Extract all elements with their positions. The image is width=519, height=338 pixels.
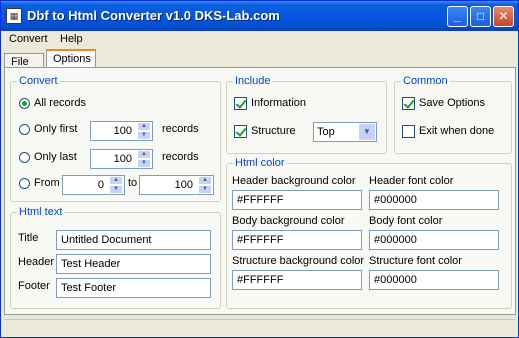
- only-first-spinner[interactable]: ▲ ▼: [137, 122, 151, 140]
- html-text-group: Html text Title Untitled Document Header…: [10, 206, 221, 309]
- body-font-input[interactable]: #000000: [369, 230, 499, 250]
- structure-label: Structure: [251, 125, 296, 137]
- from-input[interactable]: 0 ▲ ▼: [62, 175, 125, 195]
- header-font-input[interactable]: #000000: [369, 190, 499, 210]
- only-first-radio[interactable]: [19, 124, 30, 135]
- maximize-button[interactable]: □: [470, 6, 491, 27]
- spin-up-icon[interactable]: ▲: [109, 176, 123, 185]
- convert-group: Convert All records Only first 100 ▲ ▼ re…: [10, 75, 221, 202]
- convert-legend: Convert: [17, 75, 60, 87]
- footer-label: Footer: [18, 280, 50, 292]
- structure-position-select[interactable]: Top ▼: [313, 122, 377, 142]
- structure-font-label: Structure font color: [369, 255, 462, 267]
- options-panel: Convert All records Only first 100 ▲ ▼ re…: [4, 67, 516, 315]
- title-input[interactable]: Untitled Document: [56, 230, 211, 250]
- title-label: Title: [18, 232, 39, 244]
- only-first-value: 100: [113, 125, 132, 137]
- header-bg-input[interactable]: #FFFFFF: [232, 190, 362, 210]
- structure-checkbox[interactable]: [234, 125, 247, 138]
- main-window: ▦ Dbf to Html Converter v1.0 DKS-Lab.com…: [0, 0, 519, 338]
- body-font-label: Body font color: [369, 215, 443, 227]
- title-bar[interactable]: ▦ Dbf to Html Converter v1.0 DKS-Lab.com…: [1, 1, 518, 31]
- header-bg-label: Header background color: [232, 175, 356, 187]
- to-label: to: [128, 177, 138, 189]
- information-checkbox[interactable]: [234, 97, 247, 110]
- common-group: Common Save Options Exit when done: [394, 75, 512, 154]
- menu-bar: Convert Help: [1, 31, 518, 49]
- from-label: From: [34, 177, 60, 189]
- footer-input[interactable]: Test Footer: [56, 278, 211, 298]
- only-first-label: Only first: [34, 123, 78, 135]
- spin-down-icon[interactable]: ▼: [109, 185, 123, 194]
- chevron-down-icon[interactable]: ▼: [359, 124, 375, 140]
- spin-down-icon[interactable]: ▼: [198, 185, 212, 194]
- status-bar: [4, 319, 516, 336]
- only-last-radio[interactable]: [19, 152, 30, 163]
- all-records-label: All records: [34, 97, 86, 109]
- app-icon: ▦: [6, 8, 22, 24]
- html-color-group: Html color Header background color #FFFF…: [226, 157, 512, 309]
- structure-font-input[interactable]: #000000: [369, 270, 499, 290]
- only-last-suffix: records: [162, 151, 199, 163]
- header-font-label: Header font color: [369, 175, 454, 187]
- exit-when-done-checkbox[interactable]: [402, 125, 415, 138]
- header-label: Header: [18, 256, 55, 268]
- only-last-spinner[interactable]: ▲ ▼: [137, 150, 151, 168]
- spin-up-icon[interactable]: ▲: [137, 122, 151, 131]
- spin-down-icon[interactable]: ▼: [137, 159, 151, 168]
- to-input[interactable]: 100 ▲ ▼: [139, 175, 214, 195]
- html-text-legend: Html text: [17, 206, 65, 218]
- structure-bg-label: Structure background color: [232, 255, 365, 267]
- to-value: 100: [174, 179, 193, 191]
- tab-options[interactable]: Options: [46, 49, 96, 69]
- include-group: Include Information Structure Top ▼: [226, 75, 387, 154]
- spin-up-icon[interactable]: ▲: [137, 150, 151, 159]
- header-input[interactable]: Test Header: [56, 254, 211, 274]
- from-spinner[interactable]: ▲ ▼: [109, 176, 123, 194]
- body-bg-label: Body background color: [232, 215, 345, 227]
- include-legend: Include: [233, 75, 273, 87]
- minimize-button[interactable]: _: [447, 6, 468, 27]
- menu-help[interactable]: Help: [60, 33, 83, 45]
- spin-up-icon[interactable]: ▲: [198, 176, 212, 185]
- body-bg-input[interactable]: #FFFFFF: [232, 230, 362, 250]
- window-title: Dbf to Html Converter v1.0 DKS-Lab.com: [27, 8, 280, 23]
- structure-position-value: Top: [317, 126, 335, 138]
- only-first-input[interactable]: 100 ▲ ▼: [90, 121, 153, 141]
- only-last-label: Only last: [34, 151, 77, 163]
- to-spinner[interactable]: ▲ ▼: [198, 176, 212, 194]
- only-last-input[interactable]: 100 ▲ ▼: [90, 149, 153, 169]
- only-first-suffix: records: [162, 123, 199, 135]
- structure-bg-input[interactable]: #FFFFFF: [232, 270, 362, 290]
- spin-down-icon[interactable]: ▼: [137, 131, 151, 140]
- exit-when-done-label: Exit when done: [419, 125, 495, 137]
- close-button[interactable]: ✕: [493, 6, 514, 27]
- menu-convert[interactable]: Convert: [9, 33, 48, 45]
- save-options-label: Save Options: [419, 97, 486, 109]
- only-last-value: 100: [113, 153, 132, 165]
- from-value: 0: [97, 179, 104, 191]
- all-records-radio[interactable]: [19, 98, 30, 109]
- common-legend: Common: [401, 75, 450, 87]
- information-label: Information: [251, 97, 307, 109]
- html-color-legend: Html color: [233, 157, 287, 169]
- save-options-checkbox[interactable]: [402, 97, 415, 110]
- from-radio[interactable]: [19, 178, 30, 189]
